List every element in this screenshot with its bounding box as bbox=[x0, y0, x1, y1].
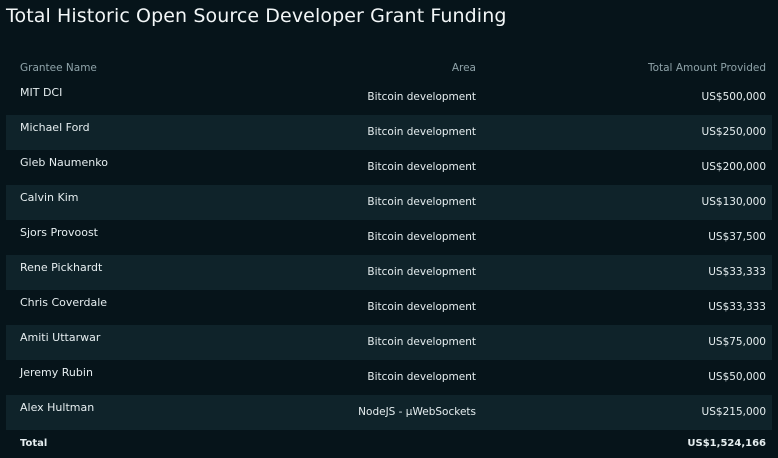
grantee-name: MIT DCI bbox=[20, 86, 63, 99]
table-total-row: Total US$1,524,166 bbox=[6, 430, 772, 458]
table-row: Calvin Kim Bitcoin development US$130,00… bbox=[6, 185, 772, 220]
grant-amount: US$200,000 bbox=[701, 161, 766, 173]
grant-area: Bitcoin development bbox=[367, 126, 476, 138]
grant-area: Bitcoin development bbox=[367, 196, 476, 208]
grant-area: Bitcoin development bbox=[367, 301, 476, 313]
grantee-name: Michael Ford bbox=[20, 121, 90, 134]
grant-area: Bitcoin development bbox=[367, 91, 476, 103]
table-row: Jeremy Rubin Bitcoin development US$50,0… bbox=[6, 360, 772, 395]
grantee-name: Chris Coverdale bbox=[20, 296, 108, 309]
grant-area: Bitcoin development bbox=[367, 371, 476, 383]
grant-area: Bitcoin development bbox=[367, 231, 476, 243]
grant-area: NodeJS - µWebSockets bbox=[358, 406, 476, 418]
grantee-name: Jeremy Rubin bbox=[20, 366, 93, 379]
grantee-name: Calvin Kim bbox=[20, 191, 79, 204]
table-row: Alex Hultman NodeJS - µWebSockets US$215… bbox=[6, 395, 772, 430]
header-total-amount: Total Amount Provided bbox=[647, 62, 766, 74]
table-row: MIT DCI Bitcoin development US$500,000 bbox=[6, 80, 772, 115]
table-row: Sjors Provoost Bitcoin development US$37… bbox=[6, 220, 772, 255]
page: Total Historic Open Source Developer Gra… bbox=[0, 0, 778, 458]
header-grantee-name: Grantee Name bbox=[20, 62, 97, 74]
grant-amount: US$37,500 bbox=[708, 231, 766, 243]
page-title: Total Historic Open Source Developer Gra… bbox=[6, 5, 507, 27]
grant-amount: US$50,000 bbox=[708, 371, 766, 383]
grant-area: Bitcoin development bbox=[367, 161, 476, 173]
total-label: Total bbox=[20, 438, 48, 449]
table-row: Gleb Naumenko Bitcoin development US$200… bbox=[6, 150, 772, 185]
grantee-name: Rene Pickhardt bbox=[20, 261, 103, 274]
table-row: Amiti Uttarwar Bitcoin development US$75… bbox=[6, 325, 772, 360]
grant-amount: US$500,000 bbox=[701, 91, 766, 103]
grant-amount: US$215,000 bbox=[701, 406, 766, 418]
grant-amount: US$75,000 bbox=[708, 336, 766, 348]
grant-amount: US$130,000 bbox=[701, 196, 766, 208]
table-row: Chris Coverdale Bitcoin development US$3… bbox=[6, 290, 772, 325]
header-area: Area bbox=[451, 62, 476, 74]
table-row: Rene Pickhardt Bitcoin development US$33… bbox=[6, 255, 772, 290]
total-amount: US$1,524,166 bbox=[687, 438, 766, 449]
grant-area: Bitcoin development bbox=[367, 266, 476, 278]
grantee-name: Alex Hultman bbox=[20, 401, 95, 414]
grant-area: Bitcoin development bbox=[367, 336, 476, 348]
grantee-name: Amiti Uttarwar bbox=[20, 331, 101, 344]
table-header: Grantee Name Area Total Amount Provided bbox=[6, 56, 772, 80]
grantee-name: Sjors Provoost bbox=[20, 226, 98, 239]
grant-amount: US$33,333 bbox=[708, 301, 766, 313]
table-row: Michael Ford Bitcoin development US$250,… bbox=[6, 115, 772, 150]
grant-amount: US$33,333 bbox=[708, 266, 766, 278]
grant-table: Grantee Name Area Total Amount Provided … bbox=[6, 56, 772, 458]
grant-amount: US$250,000 bbox=[701, 126, 766, 138]
grantee-name: Gleb Naumenko bbox=[20, 156, 108, 169]
